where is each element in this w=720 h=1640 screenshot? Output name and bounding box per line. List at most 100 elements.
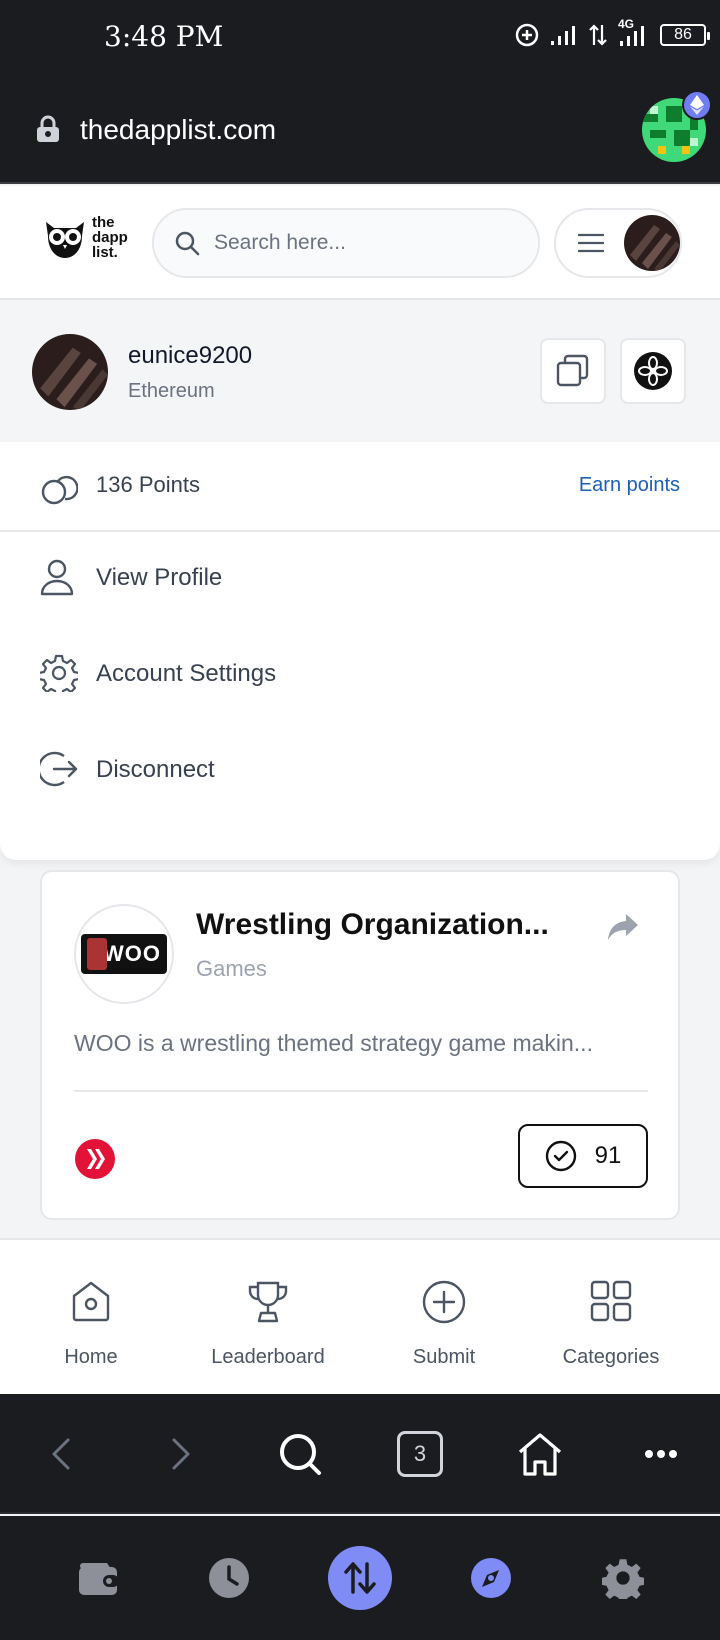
- upvote-button[interactable]: 91: [518, 1124, 648, 1188]
- logo-text: the dapp list.: [92, 215, 128, 260]
- nav-submit[interactable]: Submit: [359, 1240, 529, 1396]
- chevron-left-icon: [52, 1438, 70, 1470]
- tab-count-value: 3: [413, 1441, 427, 1466]
- username: eunice9200: [128, 342, 253, 369]
- back-button[interactable]: [36, 1394, 86, 1514]
- wallet-bottom-bar: [0, 1516, 720, 1640]
- data-saver-icon: [515, 23, 539, 47]
- gear-icon: [602, 1559, 644, 1599]
- menu-item-label: Account Settings: [96, 660, 277, 687]
- lock-icon: [37, 115, 59, 142]
- home-icon: [518, 1433, 562, 1476]
- ethereum-badge-icon: [682, 90, 712, 120]
- more-dots-icon: [645, 1450, 677, 1458]
- nav-label: Submit: [412, 1346, 476, 1368]
- swap-tab[interactable]: [328, 1516, 392, 1640]
- copy-icon: [556, 354, 589, 387]
- owl-logo-icon: [46, 222, 84, 258]
- browser-url-bar: thedapplist.com: [0, 80, 720, 184]
- account-dropdown: eunice9200 Ethereum 136 Points Earn poin…: [0, 300, 720, 860]
- woo-logo-image: WOO: [81, 934, 167, 974]
- clock-icon: [209, 1558, 249, 1598]
- user-avatar: [32, 334, 108, 410]
- logout-icon: [40, 751, 78, 787]
- status-time: 3:48 PM: [104, 20, 224, 53]
- app-category[interactable]: Games: [196, 956, 267, 982]
- gear-icon: [40, 654, 78, 692]
- card-divider: [74, 1090, 648, 1092]
- user-icon: [40, 559, 74, 596]
- search-box[interactable]: [152, 208, 540, 278]
- battery-level: 86: [674, 26, 692, 43]
- menu-item-account-settings[interactable]: Account Settings: [0, 628, 720, 718]
- nav-label: Categories: [562, 1346, 660, 1368]
- forward-button[interactable]: [156, 1394, 206, 1514]
- browser-toolbar: 3: [0, 1394, 720, 1514]
- url-text[interactable]: thedapplist.com: [80, 114, 276, 146]
- dapp-card[interactable]: WOO Wrestling Organization... Games WOO …: [40, 870, 680, 1220]
- account-menu-toggle[interactable]: [554, 208, 682, 278]
- app-title[interactable]: Wrestling Organization...: [196, 908, 549, 942]
- nav-label: Leaderboard: [211, 1346, 325, 1368]
- nav-label: Home: [64, 1346, 118, 1368]
- wallet-flower-icon: [634, 352, 672, 390]
- app-description: WOO is a wrestling themed strategy game …: [74, 1030, 593, 1056]
- copy-address-button[interactable]: [540, 338, 606, 404]
- hive-icon: [75, 1139, 115, 1179]
- home-icon: [72, 1281, 110, 1322]
- wallet-icon: [79, 1563, 119, 1595]
- nav-home[interactable]: Home: [6, 1240, 176, 1396]
- earn-points-link[interactable]: Earn points: [579, 474, 680, 497]
- vote-count: 91: [594, 1142, 622, 1169]
- header-avatar: [624, 215, 680, 271]
- menu-item-label: Disconnect: [96, 756, 215, 783]
- tabs-button[interactable]: 3: [394, 1394, 446, 1514]
- user-chain: Ethereum: [128, 380, 215, 402]
- status-icons: 4G 86: [514, 17, 710, 48]
- wallet-tab[interactable]: [72, 1516, 126, 1640]
- history-tab[interactable]: [202, 1516, 256, 1640]
- grid-icon: [590, 1280, 632, 1322]
- nav-leaderboard[interactable]: Leaderboard: [183, 1240, 353, 1396]
- user-info: eunice9200 Ethereum: [0, 300, 720, 442]
- nav-categories[interactable]: Categories: [526, 1240, 696, 1396]
- status-bar: 3:48 PM 4G 86: [0, 0, 720, 80]
- logo-line-3: list.: [92, 243, 118, 261]
- points-row: 136 Points Earn points: [0, 442, 720, 532]
- site-header: the dapp list.: [0, 186, 720, 300]
- check-circle-icon: [545, 1140, 576, 1172]
- settings-tab[interactable]: [596, 1516, 650, 1640]
- points-icon: [41, 475, 78, 505]
- menu-item-disconnect[interactable]: Disconnect: [0, 724, 720, 814]
- browser-search-button[interactable]: [274, 1394, 326, 1514]
- plus-circle-icon: [422, 1280, 466, 1324]
- share-icon[interactable]: [608, 914, 638, 940]
- compass-icon: [471, 1558, 511, 1598]
- swap-button: [328, 1546, 392, 1610]
- hamburger-menu-icon: [578, 233, 604, 253]
- woo-logo-text: WOO: [103, 941, 161, 966]
- points-count: 136 Points: [96, 472, 200, 497]
- signal-icon: [551, 26, 575, 45]
- search-icon: [280, 1434, 321, 1475]
- tabs-count: 3: [397, 1431, 443, 1477]
- data-transfer-icon: [589, 24, 607, 46]
- search-icon: [175, 231, 200, 256]
- dapplist-logo[interactable]: the dapp list.: [42, 214, 128, 260]
- app-logo: WOO: [74, 904, 174, 1004]
- browser-home-button[interactable]: [514, 1394, 566, 1514]
- network-signal: 4G: [618, 17, 650, 47]
- cell-signal-icon: [620, 26, 644, 46]
- logo-line-2: dapp: [92, 228, 128, 246]
- menu-item-view-profile[interactable]: View Profile: [0, 532, 720, 622]
- swap-arrows-icon: [344, 1562, 376, 1594]
- battery-indicator: 86: [660, 24, 710, 46]
- search-input[interactable]: [214, 231, 494, 255]
- logo-line-1: the: [92, 213, 115, 231]
- menu-item-label: View Profile: [96, 564, 223, 591]
- browser-tab[interactable]: [464, 1516, 518, 1640]
- more-options-button[interactable]: [636, 1394, 686, 1514]
- site-bottom-nav: Home Leaderboard Submit Categories: [0, 1238, 720, 1394]
- chevron-right-icon: [172, 1438, 190, 1470]
- wallet-connect-button[interactable]: [620, 338, 686, 404]
